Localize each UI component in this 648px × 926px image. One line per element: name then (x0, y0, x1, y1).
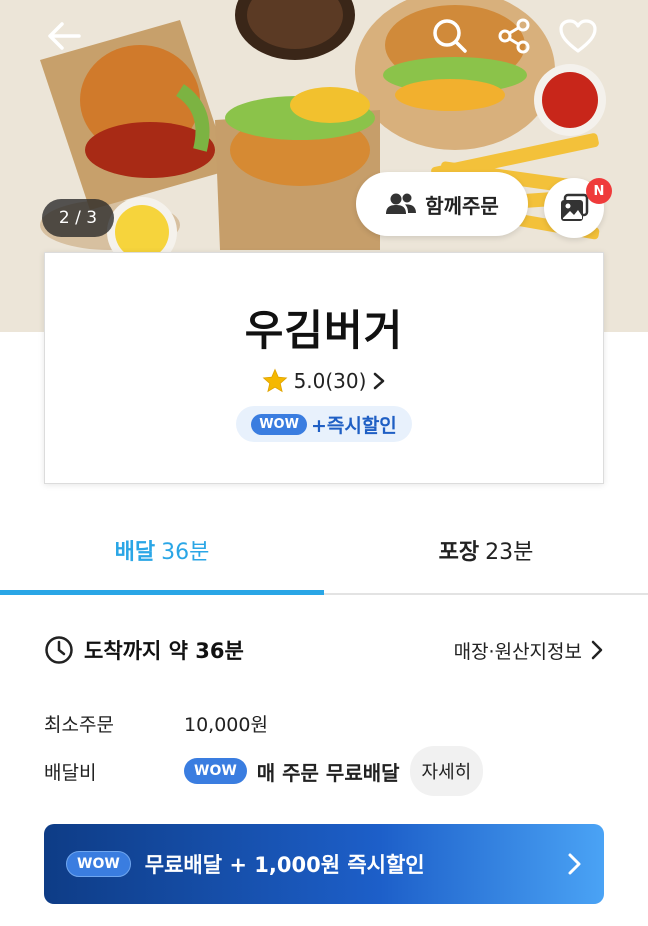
star-icon (262, 368, 287, 393)
wow-promo-banner[interactable]: WOW 무료배달 + 1,000원 즉시할인 (44, 824, 604, 904)
eta-row: 도착까지 약 36분 매장·원산지정보 (44, 630, 604, 670)
min-order-row: 최소주문 10,000원 (44, 706, 268, 740)
search-button[interactable] (428, 14, 472, 58)
store-name: 우김버거 (244, 306, 404, 355)
arrow-left-icon (48, 22, 81, 50)
tab-delivery-time: 36분 (161, 540, 210, 565)
active-tab-indicator (0, 590, 324, 595)
back-button[interactable] (42, 14, 86, 58)
rating-link[interactable]: 5.0(30) (45, 368, 603, 394)
order-type-tabs: 배달 36분 포장 23분 (0, 505, 648, 595)
wow-discount-badge: WOW +즉시할인 (236, 406, 412, 442)
tab-pickup-time: 23분 (485, 540, 534, 565)
delivery-fee-row: 배달비 WOW 매 주문 무료배달 자세히 (44, 746, 484, 796)
rating-value: 5.0(30) (293, 369, 367, 393)
min-order-value: 10,000원 (184, 713, 268, 736)
eta-text: 도착까지 약 36분 (84, 639, 244, 663)
people-icon (386, 193, 417, 214)
search-icon (433, 19, 467, 53)
delivery-fee-value: WOW 매 주문 무료배달 자세히 (184, 746, 484, 796)
wow-promo-text: +즉시할인 (310, 414, 397, 437)
share-icon (498, 18, 530, 54)
store-origin-info-link[interactable]: 매장·원산지정보 (454, 637, 604, 664)
group-order-button[interactable]: 함께주문 (356, 172, 528, 236)
tab-pickup-label: 포장 (438, 540, 480, 565)
heart-icon (559, 19, 597, 53)
detail-button[interactable]: 자세히 (409, 746, 484, 796)
group-order-label: 함께주문 (425, 193, 499, 218)
wow-badge: WOW (66, 851, 131, 877)
origin-link-label: 매장·원산지정보 (453, 640, 582, 663)
store-card: 우김버거 5.0(30) WOW +즉시할인 (44, 252, 604, 484)
image-page-counter: 2 / 3 (42, 199, 114, 237)
wow-badge: WOW (251, 413, 307, 435)
wow-badge: WOW (184, 758, 247, 784)
tab-delivery-label: 배달 (114, 540, 156, 565)
chevron-right-icon (568, 853, 581, 875)
eta-info: 도착까지 약 36분 (44, 635, 244, 665)
delivery-fee-label: 배달비 (44, 761, 97, 784)
tab-delivery[interactable]: 배달 36분 (0, 505, 324, 595)
new-badge: N (586, 178, 612, 204)
favorite-button[interactable] (556, 14, 600, 58)
chevron-right-icon (591, 640, 603, 660)
free-delivery-text: 매 주문 무료배달 (256, 760, 400, 785)
tab-pickup[interactable]: 포장 23분 (324, 505, 648, 595)
gallery-icon (561, 193, 589, 221)
banner-text: 무료배달 + 1,000원 즉시할인 (144, 853, 425, 877)
min-order-label: 최소주문 (44, 713, 114, 736)
chevron-right-icon (374, 372, 385, 390)
clock-icon (45, 636, 73, 664)
share-button[interactable] (492, 14, 536, 58)
